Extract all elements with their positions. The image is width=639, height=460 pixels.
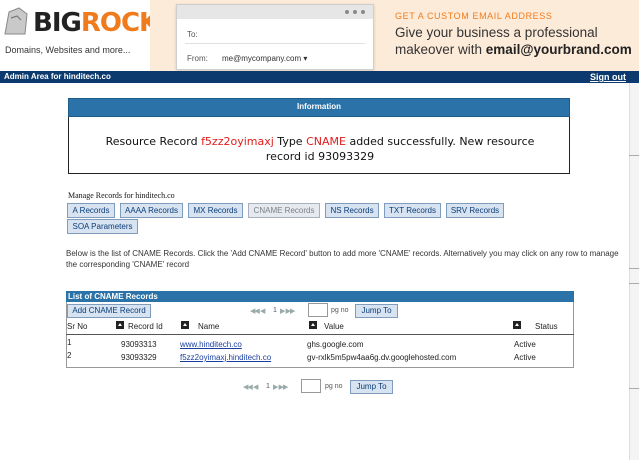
mail-from-label: From: — [187, 54, 208, 63]
tab-txt-records[interactable]: TXT Records — [384, 203, 441, 218]
col-header-name: Name — [198, 322, 220, 331]
logo-mark-icon — [4, 7, 28, 35]
cell-value: ghs.google.com — [307, 340, 364, 349]
mail-window-bar — [177, 5, 373, 19]
pager-next-icon[interactable]: ▶ ▶▶ — [273, 383, 288, 391]
mail-divider — [185, 43, 365, 44]
sort-icon[interactable] — [513, 321, 521, 329]
bigrock-logo[interactable]: BIGROCK Domains, Websites and more... — [0, 0, 159, 71]
cell-status: Active — [514, 340, 536, 349]
message-text: Resource Record — [105, 135, 202, 148]
logo-rock: ROCK — [80, 8, 159, 38]
record-name-highlight: f5zz2oyimaxj — [201, 135, 274, 148]
cell-record-id: 93093329 — [121, 353, 157, 362]
pager-current-page: 1 — [273, 307, 277, 314]
pg-no-label: pg no — [331, 307, 349, 314]
cell-name-link[interactable]: f5zz2oyimaxj.hinditech.co — [180, 353, 271, 362]
information-heading: Information — [297, 102, 341, 111]
col-header-value: Value — [324, 322, 344, 331]
col-header-sr-no: Sr No — [67, 322, 88, 331]
list-description: Below is the list of CNAME Records. Clic… — [66, 249, 619, 269]
window-dot-icon — [345, 10, 349, 14]
scrollbar-tick — [629, 388, 639, 389]
vertical-scrollbar[interactable] — [629, 83, 639, 460]
message-text: Type — [273, 135, 307, 148]
cell-value: gv-rxlk5m5pw4aa6g.dv.googlehosted.com — [307, 353, 457, 362]
page-number-input[interactable] — [308, 303, 328, 317]
tab-a-records[interactable]: A Records — [67, 203, 115, 218]
mail-from-value: me@mycompany.com ▾ — [222, 54, 308, 63]
tab-srv-records[interactable]: SRV Records — [446, 203, 504, 218]
cell-sr-no: 1 — [67, 338, 72, 347]
mail-to-label: To: — [187, 30, 198, 39]
sort-icon[interactable] — [181, 321, 189, 329]
jump-to-button[interactable]: Jump To — [350, 380, 393, 394]
tab-soa-parameters[interactable]: SOA Parameters — [67, 219, 138, 234]
success-message: Resource Record f5zz2oyimaxj Type CNAME … — [90, 134, 550, 164]
promo-line-2: makeover with email@yourbrand.com — [395, 42, 632, 57]
window-dot-icon — [361, 10, 365, 14]
tab-ns-records[interactable]: NS Records — [325, 203, 379, 218]
logo-big: BIG — [33, 8, 82, 38]
header-rule — [66, 334, 574, 335]
admin-area-title: Admin Area for hinditech.co — [4, 72, 111, 81]
scrollbar-tick — [629, 283, 639, 284]
promo-heading: GET A CUSTOM EMAIL ADDRESS — [395, 11, 553, 21]
jump-to-button[interactable]: Jump To — [355, 304, 398, 318]
cell-record-id: 93093313 — [121, 340, 157, 349]
pager-next-icon[interactable]: ▶ ▶▶ — [280, 307, 295, 315]
sort-icon[interactable] — [116, 321, 124, 329]
promo-email-example: email@yourbrand.com — [485, 42, 632, 57]
cell-name-link[interactable]: www.hinditech.co — [180, 340, 242, 349]
scrollbar-tick — [629, 155, 639, 156]
record-type-highlight: CNAME — [306, 135, 346, 148]
manage-records-label: Manage Records for hinditech.co — [68, 191, 175, 200]
cname-list-heading: List of CNAME Records — [68, 292, 158, 301]
pager-prev-icon[interactable]: ◀◀ ◀ — [243, 383, 258, 391]
sort-icon[interactable] — [309, 321, 317, 329]
logo-tagline: Domains, Websites and more... — [5, 45, 131, 55]
add-cname-record-button[interactable]: Add CNAME Record — [67, 304, 151, 318]
pg-no-label: pg no — [325, 383, 343, 390]
tab-cname-records[interactable]: CNAME Records — [248, 203, 320, 218]
pager-current-page: 1 — [266, 383, 270, 390]
mail-compose-illustration: To: From: me@mycompany.com ▾ — [176, 4, 374, 70]
promo-line-1: Give your business a professional — [395, 25, 598, 40]
promo-line-2-prefix: makeover with — [395, 42, 486, 57]
page-number-input[interactable] — [301, 379, 321, 393]
pager-prev-icon[interactable]: ◀◀ ◀ — [250, 307, 265, 315]
tab-aaaa-records[interactable]: AAAA Records — [120, 203, 183, 218]
cell-sr-no: 2 — [67, 351, 72, 360]
col-header-status: Status — [535, 322, 558, 331]
window-dot-icon — [353, 10, 357, 14]
cell-status: Active — [514, 353, 536, 362]
logo-wordmark: BIGROCK — [33, 8, 159, 38]
sign-out-link[interactable]: Sign out — [590, 72, 626, 82]
scrollbar-tick — [629, 268, 639, 269]
col-header-record-id: Record Id — [128, 322, 163, 331]
tab-mx-records[interactable]: MX Records — [188, 203, 243, 218]
